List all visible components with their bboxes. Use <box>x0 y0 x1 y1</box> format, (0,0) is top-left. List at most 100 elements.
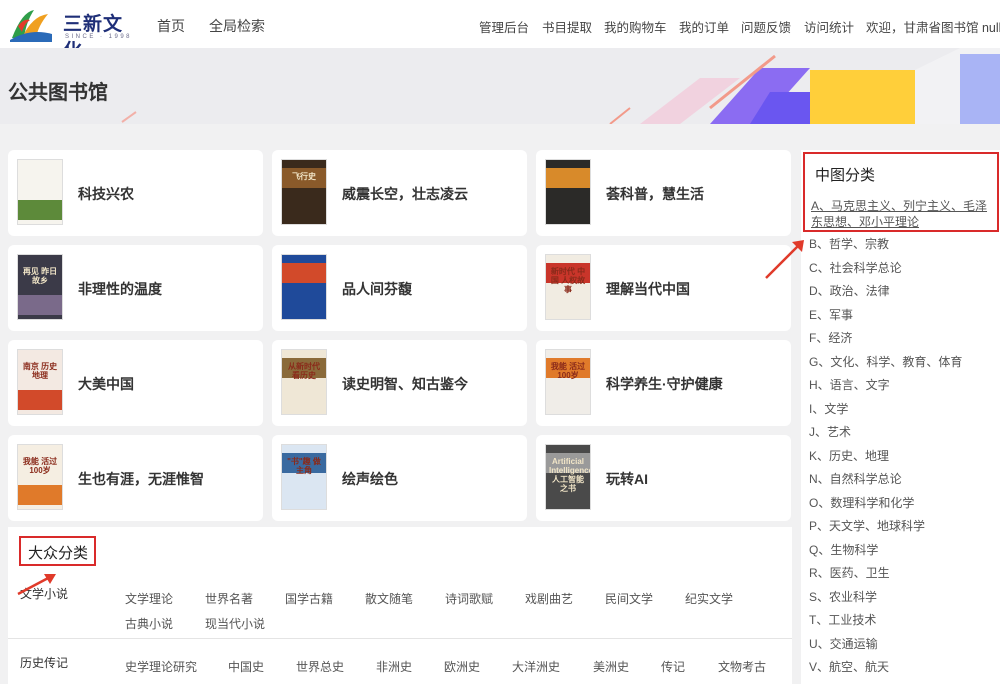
clc-item[interactable]: E、军事 <box>809 306 853 323</box>
clc-item[interactable]: G、文化、科学、教育、体育 <box>809 353 962 370</box>
clc-item[interactable]: P、天文学、地球科学 <box>809 517 925 534</box>
clc-item[interactable]: H、语言、文字 <box>809 376 890 393</box>
category-link[interactable]: 纪实文学 <box>685 590 733 607</box>
theme-card[interactable]: 南京 历史地理 大美中国 <box>8 340 263 426</box>
book-cover: Artificial Intelligence 人工智能之书 <box>545 444 591 510</box>
annotation-arrow-icon <box>765 240 804 279</box>
page-title: 公共图书馆 <box>8 82 108 104</box>
book-cover: 新时代 中国 人权故事 <box>545 254 591 320</box>
clc-item[interactable]: J、艺术 <box>809 423 851 440</box>
book-cover: 我能 活过100岁 <box>17 444 63 510</box>
theme-card[interactable]: "书"趣 做主角 绘声绘色 <box>272 435 527 521</box>
theme-card[interactable]: 飞行史 威震长空，壮志凌云 <box>272 150 527 236</box>
clc-item[interactable]: O、数理科学和化学 <box>809 494 914 511</box>
book-cover <box>545 159 591 225</box>
clc-item[interactable]: U、交通运输 <box>809 635 878 652</box>
popular-categories: 大众分类 文学小说 文学理论 世界名著 国学古籍 散文随笔 诗词歌赋 戏剧曲艺 … <box>8 527 792 684</box>
theme-title: 荟科普，慧生活 <box>606 186 704 202</box>
clc-item[interactable]: C、社会科学总论 <box>809 259 902 276</box>
theme-card[interactable]: 科技兴农 <box>8 150 263 236</box>
category-link[interactable]: 诗词歌赋 <box>445 590 493 607</box>
clc-item[interactable]: T、工业技术 <box>809 611 876 628</box>
category-link[interactable]: 古典小说 <box>125 615 173 632</box>
category-link[interactable]: 国学古籍 <box>285 590 333 607</box>
banner-mark <box>121 111 137 123</box>
theme-title: 威震长空，壮志凌云 <box>342 186 468 202</box>
banner-decoration <box>609 48 1000 124</box>
theme-card[interactable]: 再见 昨日故乡 非理性的温度 <box>8 245 263 331</box>
clc-highlight-box: 中图分类 A、马克思主义、列宁主义、毛泽东思想、邓小平理论 <box>803 152 999 232</box>
book-cover: "书"趣 做主角 <box>281 444 327 510</box>
nav-home[interactable]: 首页 <box>157 16 185 36</box>
book-cover: 南京 历史地理 <box>17 349 63 415</box>
clc-item[interactable]: K、历史、地理 <box>809 447 889 464</box>
theme-card[interactable]: 新时代 中国 人权故事 理解当代中国 <box>536 245 791 331</box>
category-link[interactable]: 美洲史 <box>593 658 629 675</box>
theme-card[interactable]: 我能 活过100岁 科学养生·守护健康 <box>536 340 791 426</box>
category-link[interactable]: 传记 <box>661 658 685 675</box>
clc-item[interactable]: N、自然科学总论 <box>809 470 902 487</box>
category-link[interactable]: 文学理论 <box>125 590 173 607</box>
theme-title: 读史明智、知古鉴今 <box>342 376 468 392</box>
theme-title: 生也有涯，无涯惟智 <box>78 471 204 487</box>
logo-mark-icon <box>10 10 52 42</box>
category-link[interactable]: 现当代小说 <box>205 615 265 632</box>
nav-booklist-extract[interactable]: 书目提取 <box>542 17 592 36</box>
theme-title: 大美中国 <box>78 376 134 392</box>
category-link[interactable]: 世界总史 <box>296 658 344 675</box>
category-link[interactable]: 欧洲史 <box>444 658 480 675</box>
welcome-user[interactable]: 欢迎，甘肃省图书馆 null <box>866 17 1000 36</box>
clc-title: 中图分类 <box>815 167 876 184</box>
annotation-arrow-icon <box>17 574 56 596</box>
book-cover: 飞行史 <box>281 159 327 225</box>
category-link[interactable]: 大洋洲史 <box>512 658 560 675</box>
book-cover: 我能 活过100岁 <box>545 349 591 415</box>
theme-title: 绘声绘色 <box>342 471 398 487</box>
clc-item[interactable]: D、政治、法律 <box>809 282 890 299</box>
theme-title: 理解当代中国 <box>606 281 690 297</box>
category-link[interactable]: 非洲史 <box>376 658 412 675</box>
theme-title: 非理性的温度 <box>78 281 162 297</box>
theme-title: 科技兴农 <box>78 186 134 202</box>
nav-admin[interactable]: 管理后台 <box>479 17 529 36</box>
popular-categories-title: 大众分类 <box>19 536 96 566</box>
theme-card[interactable]: 从新时代 看历史 读史明智、知古鉴今 <box>272 340 527 426</box>
nav-visit-stats[interactable]: 访问统计 <box>804 17 854 36</box>
category-link[interactable]: 戏剧曲艺 <box>525 590 573 607</box>
clc-sidebar: 中图分类 A、马克思主义、列宁主义、毛泽东思想、邓小平理论 B、哲学、宗教 C、… <box>801 150 1000 684</box>
category-link[interactable]: 世界名著 <box>205 590 253 607</box>
category-link[interactable]: 散文随笔 <box>365 590 413 607</box>
theme-card[interactable]: Artificial Intelligence 人工智能之书 玩转AI <box>536 435 791 521</box>
clc-item[interactable]: I、文学 <box>809 400 848 417</box>
category-link[interactable]: 民间文学 <box>605 590 653 607</box>
book-cover: 再见 昨日故乡 <box>17 254 63 320</box>
category-link[interactable]: 史学理论研究 <box>125 658 197 675</box>
book-cover: 从新时代 看历史 <box>281 349 327 415</box>
nav-feedback[interactable]: 问题反馈 <box>741 17 791 36</box>
brand-logo[interactable]: 三新文化 SINCE · 1998 <box>8 4 138 62</box>
clc-item[interactable]: F、经济 <box>809 329 852 346</box>
category-row-label[interactable]: 历史传记 <box>20 654 68 671</box>
top-navbar: 三新文化 SINCE · 1998 首页 全局检索 管理后台 书目提取 我的购物… <box>0 0 1000 62</box>
row-divider <box>8 638 792 639</box>
category-link[interactable]: 文物考古 <box>718 658 766 675</box>
clc-item[interactable]: S、农业科学 <box>809 588 877 605</box>
nav-global-search[interactable]: 全局检索 <box>209 16 265 36</box>
theme-card[interactable]: 品人间芬馥 <box>272 245 527 331</box>
theme-title: 玩转AI <box>606 471 648 487</box>
clc-item[interactable]: A、马克思主义、列宁主义、毛泽东思想、邓小平理论 <box>811 198 997 230</box>
book-cover <box>281 254 327 320</box>
category-link[interactable]: 中国史 <box>228 658 264 675</box>
brand-tagline: SINCE · 1998 <box>65 34 133 40</box>
page-banner: 公共图书馆 <box>0 48 1000 124</box>
clc-item[interactable]: V、航空、航天 <box>809 658 889 675</box>
theme-title: 品人间芬馥 <box>342 281 412 297</box>
theme-card[interactable]: 我能 活过100岁 生也有涯，无涯惟智 <box>8 435 263 521</box>
clc-item[interactable]: Q、生物科学 <box>809 541 878 558</box>
clc-item[interactable]: R、医药、卫生 <box>809 564 890 581</box>
nav-orders[interactable]: 我的订单 <box>679 17 729 36</box>
nav-cart[interactable]: 我的购物车 <box>604 17 667 36</box>
theme-title: 科学养生·守护健康 <box>606 376 723 392</box>
clc-item[interactable]: B、哲学、宗教 <box>809 235 889 252</box>
theme-card[interactable]: 荟科普，慧生活 <box>536 150 791 236</box>
